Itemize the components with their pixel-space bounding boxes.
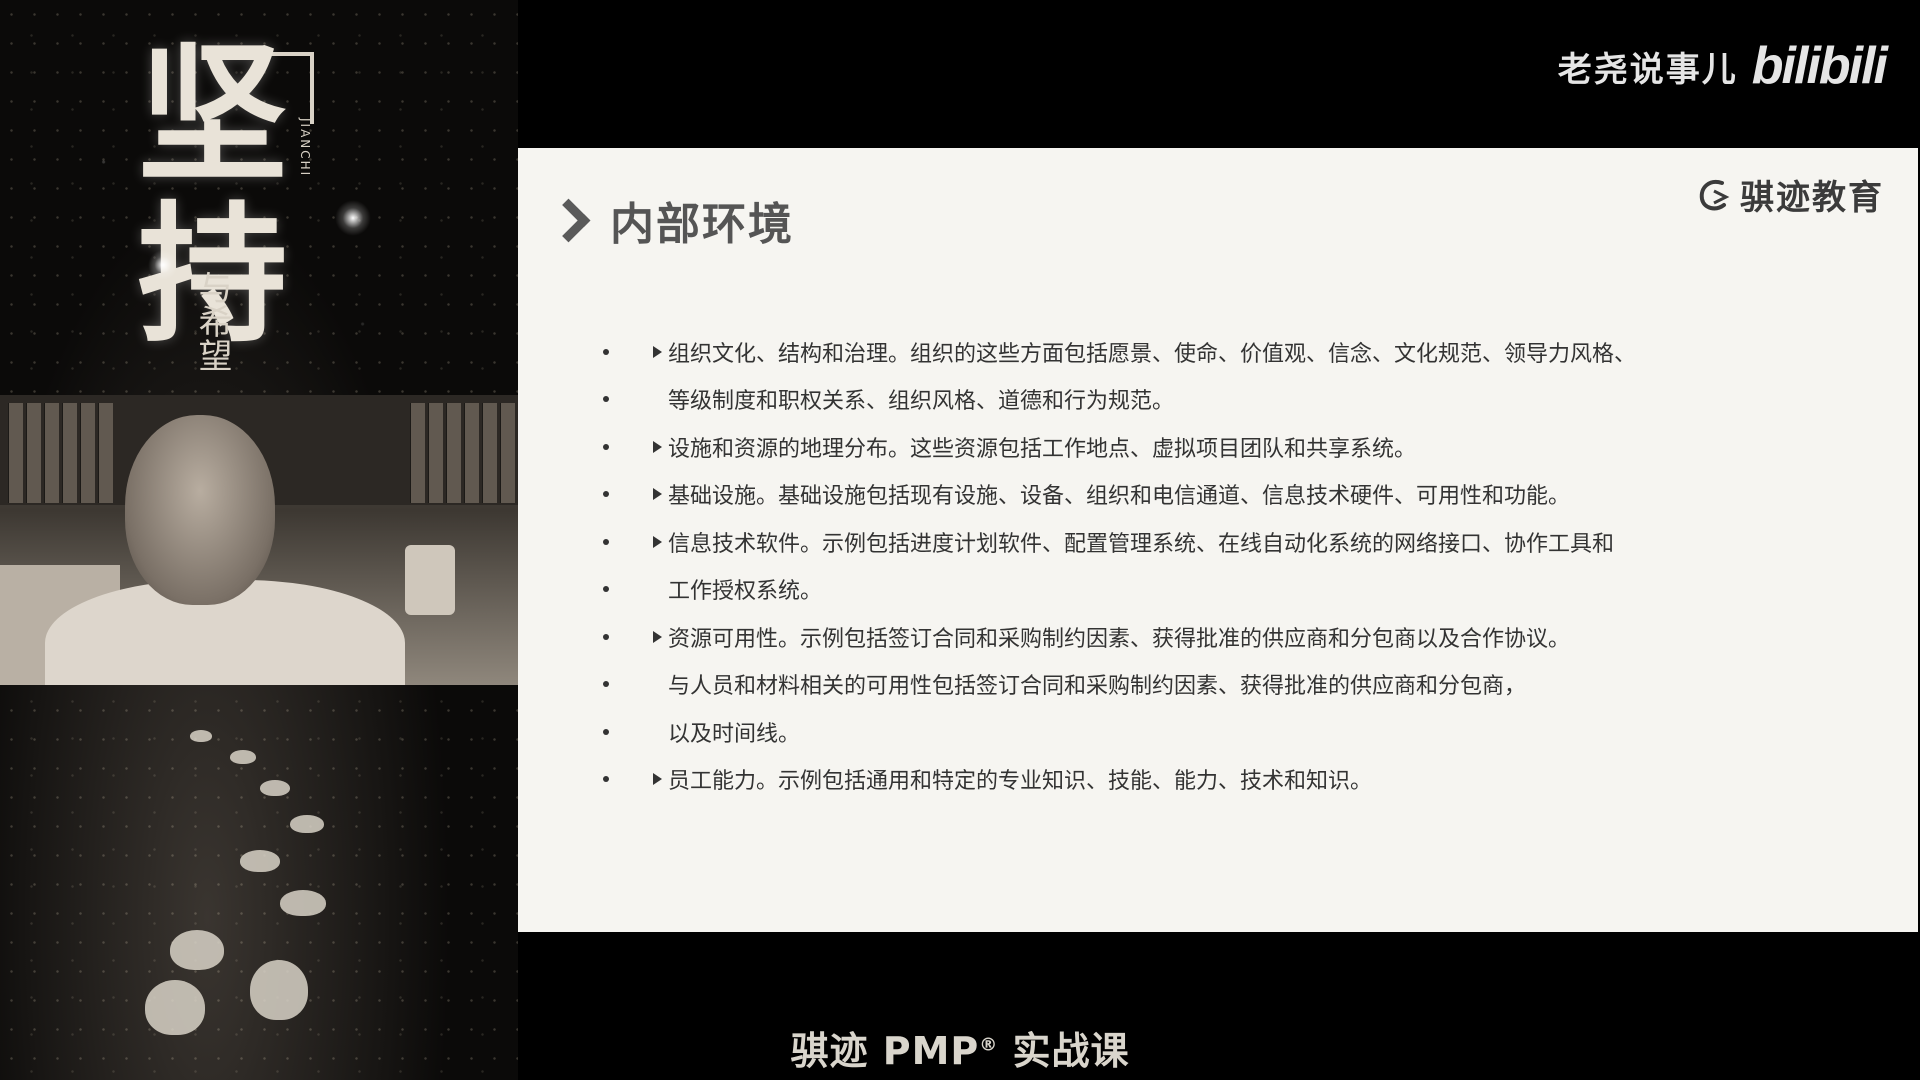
- list-item-text: 与人员和材料相关的可用性包括签订合同和采购制约因素、获得批准的供应商和分包商，: [668, 674, 1527, 700]
- channel-name: 老尧说事儿: [1557, 49, 1738, 90]
- triangle-marker-icon: [653, 488, 662, 501]
- bullet-icon: [603, 728, 609, 735]
- bullet-icon: [603, 491, 609, 498]
- bullet-icon: [603, 681, 609, 688]
- list-item: 组织文化、结构和治理。组织的这些方面包括愿景、使命、价值观、信念、文化规范、领导…: [603, 328, 1636, 376]
- list-item: 设施和资源的地理分布。这些资源包括工作地点、虚拟项目团队和共享系统。: [603, 423, 1636, 471]
- slide-header: 内部环境: [546, 188, 794, 252]
- list-item: 资源可用性。示例包括签订合同和采购制约因素、获得批准的供应商和分包商以及合作协议…: [603, 613, 1636, 661]
- triangle-marker-icon: [653, 345, 662, 358]
- caption-suffix: 实战课: [998, 1029, 1130, 1073]
- bullet-icon: [603, 443, 609, 450]
- plant-pot: [405, 545, 455, 615]
- footprints-illustration: [130, 720, 430, 1040]
- triangle-marker-icon: [653, 535, 662, 548]
- presentation-slide: 内部环境 骐迹教育 组织文化、结构和治理。组织的这些方面包括愿景、使命、价值观、…: [518, 148, 1918, 932]
- caption-prefix: 骐迹 PMP: [790, 1029, 980, 1073]
- course-caption: 骐迹 PMP® 实战课: [0, 1020, 1920, 1075]
- channel-brand: 老尧说事儿 bilibili: [1557, 36, 1888, 96]
- list-item-text: 信息技术软件。示例包括进度计划软件、配置管理系统、在线自动化系统的网络接口、协作…: [668, 531, 1615, 557]
- poster-pinyin: JIANCHI: [298, 118, 312, 178]
- list-item: 等级制度和职权关系、组织风格、道德和行为规范。: [603, 376, 1636, 424]
- bilibili-logo: bilibili: [1751, 37, 1888, 95]
- presenter-head: [125, 415, 275, 605]
- bullet-icon: [603, 348, 609, 355]
- chevron-right-icon: [546, 198, 591, 242]
- list-item: 基础设施。基础设施包括现有设施、设备、组织和电信通道、信息技术硬件、可用性和功能…: [603, 471, 1636, 519]
- poster-subtitle: 与希望: [192, 270, 232, 372]
- list-item-text: 设施和资源的地理分布。这些资源包括工作地点、虚拟项目团队和共享系统。: [668, 436, 1417, 462]
- list-item-text: 等级制度和职权关系、组织风格、道德和行为规范。: [668, 389, 1175, 415]
- list-item-text: 员工能力。示例包括通用和特定的专业知识、技能、能力、技术和知识。: [668, 769, 1373, 795]
- company-name: 骐迹教育: [1740, 178, 1884, 218]
- webcam-feed: [0, 395, 518, 685]
- list-item-text: 组织文化、结构和治理。组织的这些方面包括愿景、使命、价值观、信念、文化规范、领导…: [668, 341, 1637, 367]
- company-logo: 骐迹教育: [1696, 170, 1884, 219]
- triangle-marker-icon: [653, 440, 662, 453]
- list-item: 信息技术软件。示例包括进度计划软件、配置管理系统、在线自动化系统的网络接口、协作…: [603, 518, 1636, 566]
- triangle-marker-icon: [653, 630, 662, 643]
- star-glow: [148, 250, 178, 280]
- registered-mark: ®: [979, 1034, 999, 1056]
- list-item: 员工能力。示例包括通用和特定的专业知识、技能、能力、技术和知识。: [603, 756, 1636, 804]
- list-item-text: 以及时间线。: [668, 721, 801, 747]
- bullet-icon: [603, 776, 609, 783]
- logo-mark-icon: [1699, 179, 1730, 210]
- slide-title: 内部环境: [610, 199, 794, 250]
- triangle-marker-icon: [653, 773, 662, 786]
- list-item: 与人员和材料相关的可用性包括签订合同和采购制约因素、获得批准的供应商和分包商，: [603, 661, 1636, 709]
- list-item-text: 基础设施。基础设施包括现有设施、设备、组织和电信通道、信息技术硬件、可用性和功能…: [668, 484, 1571, 510]
- list-item-text: 资源可用性。示例包括签订合同和采购制约因素、获得批准的供应商和分包商以及合作协议…: [668, 626, 1571, 652]
- list-item: 以及时间线。: [603, 708, 1636, 756]
- bullet-icon: [603, 538, 609, 545]
- list-item: 工作授权系统。: [603, 566, 1636, 614]
- poster-bracket-vertical: [310, 52, 314, 124]
- content-list: 组织文化、结构和治理。组织的这些方面包括愿景、使命、价值观、信念、文化规范、领导…: [603, 328, 1636, 803]
- list-item-text: 工作授权系统。: [668, 579, 823, 605]
- bullet-icon: [603, 396, 609, 403]
- star-glow: [335, 200, 371, 236]
- bullet-icon: [603, 633, 609, 640]
- bullet-icon: [603, 586, 609, 593]
